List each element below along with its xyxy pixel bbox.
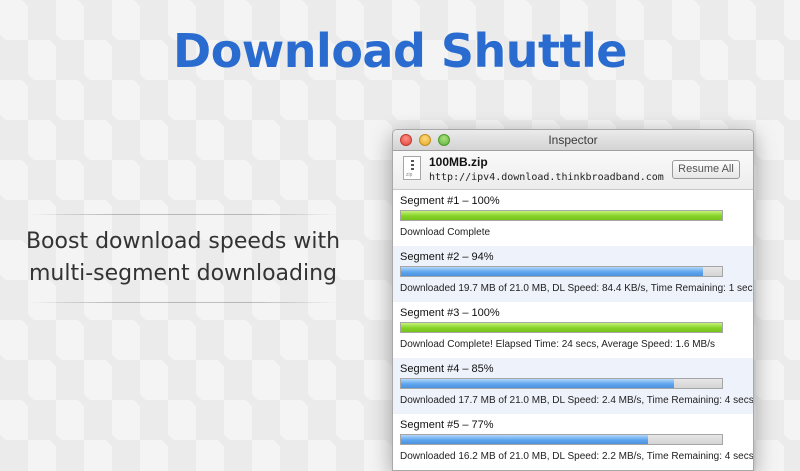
segment-title: Segment #4 – 85% — [400, 363, 494, 375]
tagline-line-1: Boost download speeds with — [25, 229, 341, 254]
segment-status: Downloaded 19.7 MB of 21.0 MB, DL Speed:… — [400, 283, 753, 294]
segment-progress-fill — [401, 435, 649, 444]
segment-title: Segment #5 – 77% — [400, 419, 494, 431]
file-url: http://ipv4.download.thinkbroadband.com:… — [429, 172, 665, 183]
tagline: Boost download speeds with multi-segment… — [0, 226, 366, 290]
segment-title: Segment #2 – 94% — [400, 251, 494, 263]
segment-row[interactable]: Segment #5 – 77% Downloaded 16.2 MB of 21… — [393, 414, 753, 470]
segment-progress-fill — [401, 323, 722, 332]
file-header: 100MB.zip http://ipv4.download.thinkbroa… — [393, 151, 753, 190]
window-title: Inspector — [548, 133, 598, 147]
resume-all-button[interactable]: Resume All — [672, 160, 740, 179]
segment-title: Segment #3 – 100% — [400, 307, 500, 319]
segment-progress-bar — [400, 434, 723, 445]
segment-status: Downloaded 16.2 MB of 21.0 MB, DL Speed:… — [400, 451, 754, 462]
tagline-bottom-divider — [28, 302, 338, 303]
segment-status: Download Complete! Elapsed Time: 24 secs… — [400, 339, 715, 350]
segment-progress-bar — [400, 378, 723, 389]
segment-row[interactable]: Segment #4 – 85% Downloaded 17.7 MB of 21… — [393, 358, 753, 414]
segment-row[interactable]: Segment #3 – 100% Download Complete! Elap… — [393, 302, 753, 358]
app-headline: Download Shuttle — [173, 24, 627, 78]
window-titlebar[interactable]: Inspector — [393, 130, 753, 151]
segment-progress-fill — [401, 211, 722, 220]
file-name: 100MB.zip — [429, 155, 488, 169]
segment-progress-fill — [401, 379, 674, 388]
segment-row[interactable]: Segment #2 – 94% Downloaded 19.7 MB of 21… — [393, 246, 753, 302]
segment-progress-bar — [400, 266, 723, 277]
segment-progress-fill — [401, 267, 703, 276]
segment-list: Segment #1 – 100% Download Complete Segmen… — [393, 190, 753, 470]
segment-progress-bar — [400, 322, 723, 333]
segment-status: Download Complete — [400, 227, 491, 238]
inspector-window: Inspector 100MB.zip http://ipv4.download… — [392, 129, 754, 471]
zip-file-icon — [403, 156, 421, 180]
tagline-top-divider — [28, 214, 338, 215]
segment-status: Downloaded 17.7 MB of 21.0 MB, DL Speed:… — [400, 395, 754, 406]
segment-row[interactable]: Segment #1 – 100% Download Complete — [393, 190, 753, 246]
tagline-line-2: multi-segment downloading — [28, 261, 338, 286]
segment-progress-bar — [400, 210, 723, 221]
segment-title: Segment #1 – 100% — [400, 195, 500, 207]
